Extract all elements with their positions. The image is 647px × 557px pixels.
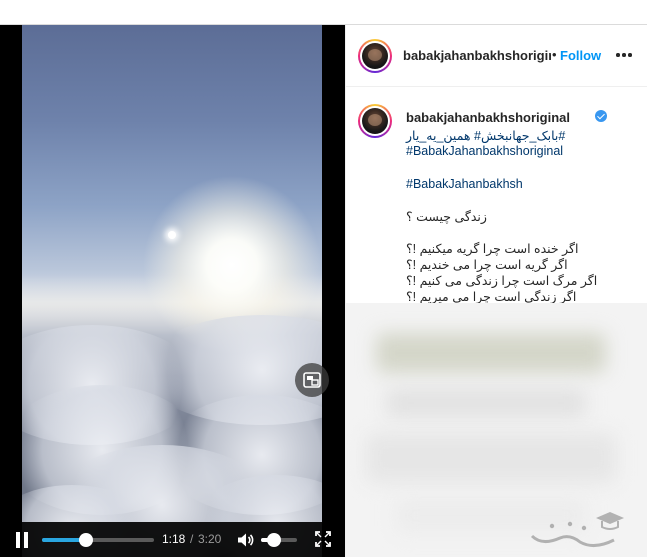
caption-line: اگر خنده است چرا گریه میکنیم !؟	[406, 242, 579, 256]
volume-icon[interactable]	[236, 531, 254, 549]
header-separator-dot: •	[552, 47, 557, 62]
caption: babakjahanbakhshoriginal بابک_جهانبخش# ه…	[346, 88, 647, 303]
follow-button[interactable]: Follow	[560, 48, 601, 63]
progress-bar[interactable]	[42, 533, 154, 547]
caption-hashtag-babak[interactable]: #BabakJahanbakhsh	[406, 177, 523, 191]
caption-line: اگر گریه است چرا می خندیم !؟	[406, 258, 568, 272]
verified-badge-icon	[595, 110, 607, 122]
top-strip	[0, 0, 647, 24]
total-time: 3:20	[198, 532, 222, 546]
progress-knob[interactable]	[78, 533, 93, 547]
caption-avatar[interactable]	[358, 104, 392, 138]
volume-slider[interactable]	[261, 533, 297, 547]
volume-knob[interactable]	[267, 533, 282, 547]
caption-line: زندگی چیست ؟	[406, 210, 487, 224]
blurred-blob	[376, 333, 606, 373]
caption-hashtags-persian[interactable]: بابک_جهانبخش# همین_یه_یار#	[406, 128, 565, 143]
pause-icon[interactable]	[14, 531, 30, 549]
blurred-blob	[386, 388, 586, 418]
watermark-logo	[530, 512, 624, 547]
video-frame[interactable]	[22, 25, 322, 557]
caption-line: اگر مرگ است چرا زندگی می کنیم !؟	[406, 274, 598, 288]
caption-hashtag-original[interactable]: #BabakJahanbakhshoriginal	[406, 144, 563, 158]
avatar[interactable]	[358, 39, 392, 73]
post-header: babakjahanbakhshorigir • Follow	[346, 25, 647, 87]
caption-username-link[interactable]: babakjahanbakhshoriginal	[406, 110, 570, 125]
video-controls: 1:18 / 3:20	[0, 522, 345, 557]
fullscreen-icon[interactable]	[315, 531, 331, 547]
post-panel: babakjahanbakhshorigir • Follow babakjah…	[345, 25, 647, 557]
picture-in-picture-icon	[303, 372, 321, 388]
sun-sparkle	[168, 231, 176, 239]
instagram-post-view: 1:18 / 3:20 babakjahanbakhshorigir • Fol…	[0, 0, 647, 557]
video-player[interactable]: 1:18 / 3:20	[0, 25, 345, 557]
header-username-link[interactable]: babakjahanbakhshorigir	[403, 48, 551, 63]
current-time: 1:18	[162, 532, 186, 546]
picture-in-picture-button[interactable]	[295, 363, 329, 397]
blurred-blob	[366, 433, 616, 483]
caption-line: اگر زندگی است چرا می میریم !؟	[406, 290, 577, 303]
more-options-icon[interactable]	[616, 53, 632, 57]
time-separator: /	[190, 532, 194, 546]
